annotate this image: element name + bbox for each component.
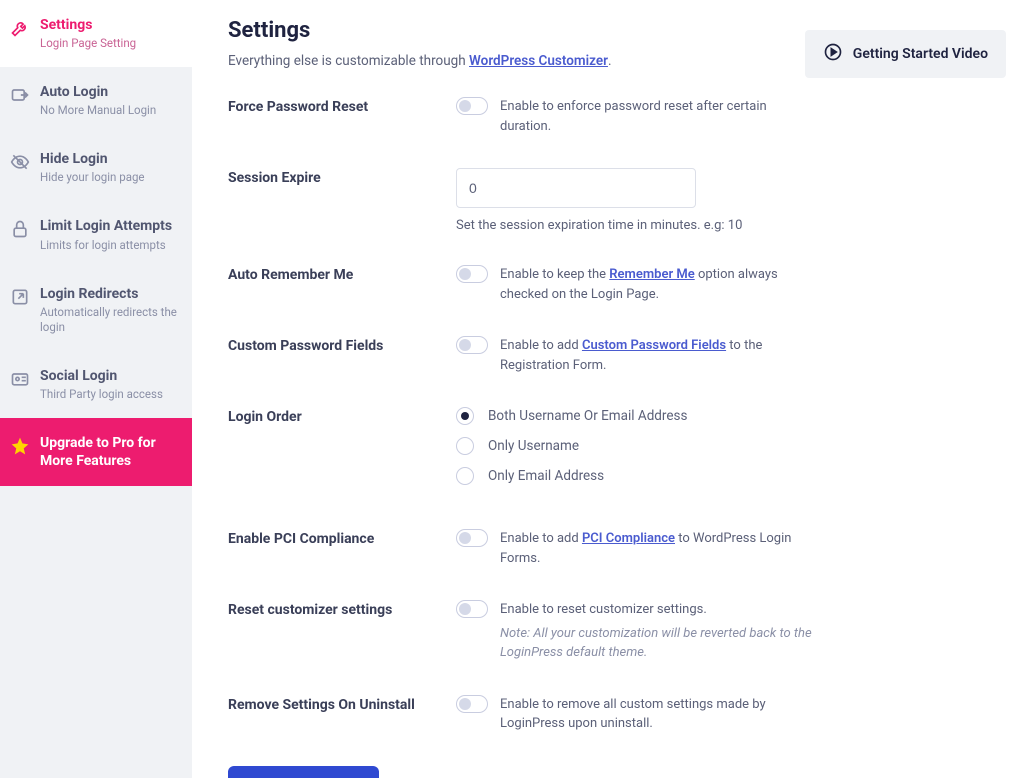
login-icon bbox=[10, 85, 30, 105]
video-button-label: Getting Started Video bbox=[853, 46, 988, 62]
sidebar-item-auto-login[interactable]: Auto Login No More Manual Login bbox=[0, 67, 192, 134]
sidebar-item-limit-login[interactable]: Limit Login Attempts Limits for login at… bbox=[0, 201, 192, 268]
field-hint: Set the session expiration time in minut… bbox=[456, 218, 816, 233]
custom-password-toggle[interactable] bbox=[456, 336, 488, 354]
field-desc: Enable to add Custom Password Fields to … bbox=[500, 336, 816, 375]
field-reset-customizer: Reset customizer settings Enable to rese… bbox=[228, 600, 994, 663]
field-desc: Enable to keep the Remember Me option al… bbox=[500, 265, 816, 304]
radio-icon bbox=[456, 437, 474, 455]
field-force-password-reset: Force Password Reset Enable to enforce p… bbox=[228, 97, 994, 136]
sidebar: Settings Login Page Setting Auto Login N… bbox=[0, 0, 192, 778]
wp-customizer-link[interactable]: WordPress Customizer bbox=[469, 53, 608, 69]
sidebar-item-label: Auto Login bbox=[40, 83, 156, 101]
radio-icon bbox=[456, 407, 474, 425]
sidebar-item-subtitle: No More Manual Login bbox=[40, 103, 156, 118]
field-label: Auto Remember Me bbox=[228, 265, 456, 304]
field-enable-pci-compliance: Enable PCI Compliance Enable to add PCI … bbox=[228, 529, 994, 568]
field-login-order: Login Order Both Username Or Email Addre… bbox=[228, 407, 994, 497]
field-desc: Enable to add PCI Compliance to WordPres… bbox=[500, 529, 816, 568]
radio-label: Both Username Or Email Address bbox=[488, 408, 687, 424]
field-label: Enable PCI Compliance bbox=[228, 529, 456, 568]
sidebar-item-subtitle: Third Party login access bbox=[40, 387, 163, 402]
custom-password-fields-link[interactable]: Custom Password Fields bbox=[582, 338, 726, 353]
field-label: Force Password Reset bbox=[228, 97, 456, 136]
save-changes-button[interactable]: Save Changes bbox=[228, 766, 379, 778]
field-label: Reset customizer settings bbox=[228, 600, 456, 663]
force-password-reset-toggle[interactable] bbox=[456, 97, 488, 115]
field-label: Session Expire bbox=[228, 168, 456, 233]
pci-compliance-link[interactable]: PCI Compliance bbox=[582, 531, 675, 546]
getting-started-video-button[interactable]: Getting Started Video bbox=[805, 30, 1006, 78]
sidebar-item-hide-login[interactable]: Hide Login Hide your login page bbox=[0, 134, 192, 201]
sidebar-item-subtitle: Login Page Setting bbox=[40, 36, 136, 51]
field-session-expire: Session Expire Set the session expiratio… bbox=[228, 168, 994, 233]
radio-label: Only Username bbox=[488, 438, 579, 454]
redirect-icon bbox=[10, 287, 30, 307]
lock-icon bbox=[10, 219, 30, 239]
reset-customizer-toggle[interactable] bbox=[456, 600, 488, 618]
sidebar-item-subtitle: Hide your login page bbox=[40, 170, 145, 185]
id-card-icon bbox=[10, 369, 30, 389]
star-icon bbox=[10, 436, 30, 456]
play-circle-icon bbox=[823, 42, 843, 66]
field-remove-on-uninstall: Remove Settings On Uninstall Enable to r… bbox=[228, 695, 994, 734]
radio-label: Only Email Address bbox=[488, 468, 604, 484]
field-label: Login Order bbox=[228, 407, 456, 497]
sidebar-item-label: Login Redirects bbox=[40, 285, 180, 303]
pci-compliance-toggle[interactable] bbox=[456, 529, 488, 547]
main-content: Getting Started Video Settings Everythin… bbox=[192, 0, 1024, 778]
sidebar-item-label: Social Login bbox=[40, 367, 163, 385]
sidebar-item-login-redirects[interactable]: Login Redirects Automatically redirects … bbox=[0, 269, 192, 351]
auto-remember-toggle[interactable] bbox=[456, 265, 488, 283]
field-label: Custom Password Fields bbox=[228, 336, 456, 375]
sidebar-item-label: Limit Login Attempts bbox=[40, 217, 172, 235]
session-expire-input[interactable] bbox=[456, 168, 696, 208]
eye-off-icon bbox=[10, 152, 30, 172]
remember-me-link[interactable]: Remember Me bbox=[609, 267, 694, 282]
sidebar-item-label: Upgrade to Pro for More Features bbox=[40, 434, 180, 470]
field-desc: Enable to reset customizer settings. bbox=[500, 600, 816, 620]
field-label: Remove Settings On Uninstall bbox=[228, 695, 456, 734]
sidebar-item-subtitle: Limits for login attempts bbox=[40, 238, 172, 253]
wrench-icon bbox=[10, 18, 30, 38]
sidebar-item-label: Hide Login bbox=[40, 150, 145, 168]
sidebar-item-subtitle: Automatically redirects the login bbox=[40, 305, 180, 335]
login-order-option-email[interactable]: Only Email Address bbox=[456, 467, 816, 485]
field-custom-password-fields: Custom Password Fields Enable to add Cus… bbox=[228, 336, 994, 375]
field-note: Note: All your customization will be rev… bbox=[500, 624, 816, 663]
field-desc: Enable to enforce password reset after c… bbox=[500, 97, 816, 136]
sidebar-item-upgrade-pro[interactable]: Upgrade to Pro for More Features bbox=[0, 418, 192, 486]
sidebar-item-settings[interactable]: Settings Login Page Setting bbox=[0, 0, 192, 67]
sidebar-item-label: Settings bbox=[40, 16, 136, 34]
field-desc: Enable to remove all custom settings mad… bbox=[500, 695, 816, 734]
login-order-option-username[interactable]: Only Username bbox=[456, 437, 816, 455]
login-order-option-both[interactable]: Both Username Or Email Address bbox=[456, 407, 816, 425]
remove-on-uninstall-toggle[interactable] bbox=[456, 695, 488, 713]
field-auto-remember-me: Auto Remember Me Enable to keep the Reme… bbox=[228, 265, 994, 304]
radio-icon bbox=[456, 467, 474, 485]
sidebar-item-social-login[interactable]: Social Login Third Party login access bbox=[0, 351, 192, 418]
